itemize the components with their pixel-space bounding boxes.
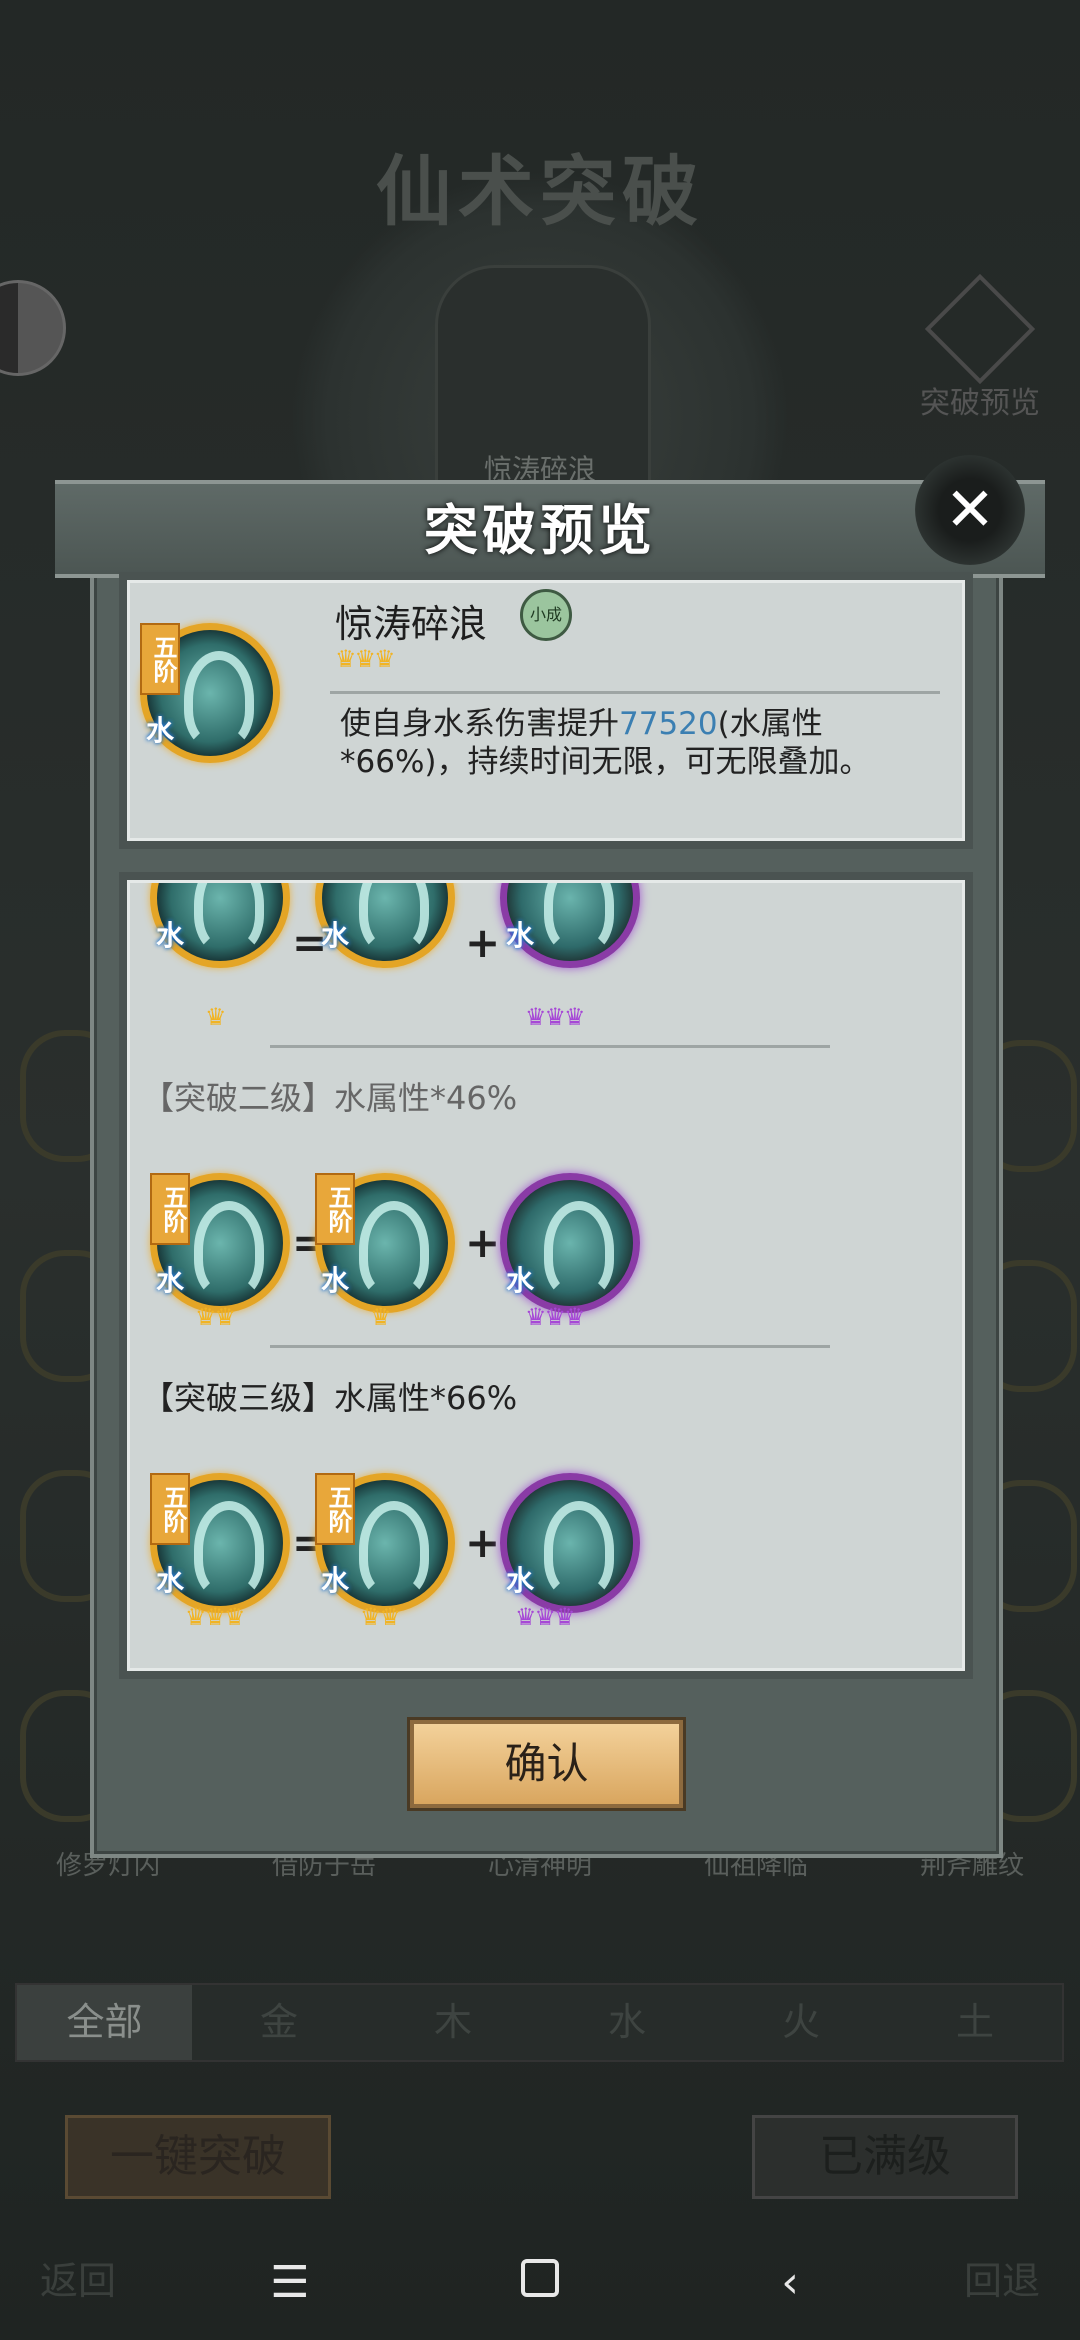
water-swirl-icon [544, 883, 614, 954]
breakthrough-levels-panel[interactable]: 水 ♛ = 水 + 水 ♛♛♛ 【突破二级】水属性*46% 五阶 水 ♛♛ = … [127, 880, 965, 1671]
water-swirl-icon [194, 1201, 264, 1299]
base-skill-icon: 水 [315, 883, 455, 968]
star-rating: ♛♛♛ [515, 1603, 576, 1631]
star-rating: ♛♛ [195, 1303, 236, 1331]
tab-wood: 木 [433, 2000, 472, 2044]
element-label: 水 [156, 919, 185, 952]
plus-sign: + [465, 1518, 501, 1567]
skill-description: 使自身水系伤害提升77520(水属性*66%)，持续时间无限，可无限叠加。 [340, 705, 940, 781]
close-button[interactable]: ✕ [915, 455, 1025, 565]
home-icon [521, 2259, 559, 2297]
divider [330, 691, 940, 694]
water-swirl-icon [194, 883, 264, 954]
tier-badge: 五阶 [150, 1473, 190, 1545]
element-label: 水 [506, 1564, 535, 1597]
result-skill-icon: 五阶 水 [150, 1473, 290, 1613]
material-skill-icon: 水 [500, 1173, 640, 1313]
tier-badge: 五阶 [140, 623, 180, 695]
element-label: 水 [506, 919, 535, 952]
maxed-level-button: 已满级 [752, 2115, 1018, 2199]
material-skill-icon: 水 [500, 1473, 640, 1613]
plus-sign: + [465, 918, 501, 967]
back-icon[interactable]: ‹ [760, 2257, 820, 2308]
plus-sign: + [465, 1218, 501, 1267]
result-skill-icon: 水 [150, 883, 290, 968]
skill-info-panel: 五阶 水 惊涛碎浪 小成 ♛♛♛ 使自身水系伤害提升77520(水属性*66%)… [127, 580, 965, 841]
tab-metal: 金 [259, 2000, 298, 2044]
breakthrough-level-label: 【突破二级】水属性*46% [142, 1079, 518, 1117]
star-rating: ♛♛♛ [185, 1603, 246, 1631]
star-rating: ♛ [205, 1003, 226, 1031]
divider [270, 1345, 830, 1348]
star-rating: ♛♛♛ [525, 1003, 586, 1031]
water-swirl-icon [544, 1501, 614, 1599]
water-swirl-icon [184, 651, 254, 749]
breakthrough-preview-modal: 突破预览 ✕ 五阶 水 惊涛碎浪 小成 ♛♛♛ 使自身水系伤害提升77520(水… [55, 455, 1045, 1858]
breakthrough-preview-button: 突破预览 [905, 273, 1055, 421]
page-title: 仙术突破 [376, 147, 704, 236]
tab-water: 水 [607, 2000, 646, 2044]
water-swirl-icon [359, 1501, 429, 1599]
element-label: 水 [146, 714, 175, 747]
star-rating: ♛♛♛ [525, 1303, 586, 1331]
water-swirl-icon [359, 883, 429, 954]
element-tab-bar: 全部 金 木 水 火 土 [15, 1983, 1064, 2062]
element-label: 水 [321, 1564, 350, 1597]
desc-number: 77520 [619, 706, 718, 742]
water-swirl-icon [194, 1501, 264, 1599]
star-rating: ♛♛♛ [335, 645, 396, 673]
tab-fire: 火 [781, 2000, 820, 2044]
home-button[interactable] [510, 2257, 570, 2308]
water-swirl-icon [359, 1201, 429, 1299]
element-label: 水 [156, 1264, 185, 1297]
rank-badge: 小成 [520, 589, 572, 641]
water-swirl-icon [544, 1201, 614, 1299]
skill-name: 惊涛碎浪 [335, 602, 488, 646]
confirm-button[interactable]: 确认 [410, 1720, 683, 1808]
skill-icon: 五阶 水 [140, 623, 280, 763]
system-nav-bar: ☰ ‹ [0, 2225, 1080, 2340]
menu-icon[interactable]: ☰ [260, 2257, 320, 2308]
element-label: 水 [321, 919, 350, 952]
base-skill-icon: 五阶 水 [315, 1473, 455, 1613]
material-skill-icon: 水 [500, 883, 640, 968]
tab-all: 全部 [17, 1985, 192, 2060]
one-click-breakthrough-button: 一键突破 [65, 2115, 331, 2199]
yinyang-icon [0, 280, 66, 376]
result-skill-icon: 五阶 水 [150, 1173, 290, 1313]
diamond-icon [924, 273, 1036, 385]
breakthrough-level-label: 【突破三级】水属性*66% [142, 1379, 518, 1417]
star-rating: ♛ [370, 1303, 391, 1331]
element-label: 水 [321, 1264, 350, 1297]
divider [270, 1045, 830, 1048]
base-skill-icon: 五阶 水 [315, 1173, 455, 1313]
tier-badge: 五阶 [315, 1473, 355, 1545]
tab-earth: 土 [955, 2000, 994, 2044]
desc-text: 使自身水系伤害提升 [340, 706, 619, 742]
breakthrough-preview-label: 突破预览 [920, 386, 1040, 421]
tier-badge: 五阶 [150, 1173, 190, 1245]
element-label: 水 [156, 1564, 185, 1597]
modal-title: 突破预览 [424, 498, 656, 562]
star-rating: ♛♛ [360, 1603, 401, 1631]
tier-badge: 五阶 [315, 1173, 355, 1245]
element-label: 水 [506, 1264, 535, 1297]
